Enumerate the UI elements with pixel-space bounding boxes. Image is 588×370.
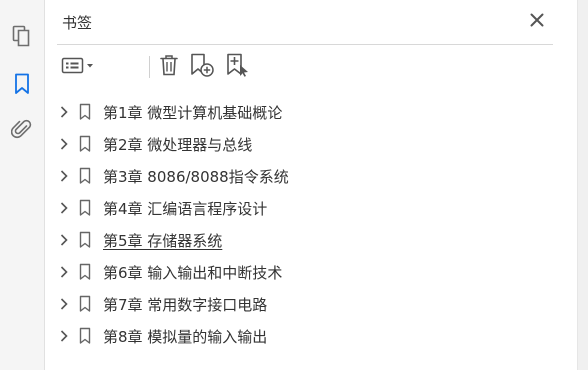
- new-bookmark-button[interactable]: [189, 52, 215, 82]
- bookmark-item[interactable]: 第4章 汇编语言程序设计: [57, 192, 547, 224]
- close-panel-button[interactable]: [527, 12, 547, 32]
- pages-button[interactable]: [8, 22, 36, 50]
- options-menu-button[interactable]: [59, 54, 99, 80]
- bookmark-icon: [79, 135, 93, 153]
- bookmark-label[interactable]: 第4章 汇编语言程序设计: [103, 198, 267, 219]
- bookmark-icon: [79, 103, 93, 121]
- bookmarks-button[interactable]: [8, 70, 36, 98]
- navigation-rail: [0, 0, 45, 370]
- bookmark-icon: [79, 199, 93, 217]
- bookmark-label[interactable]: 第2章 微处理器与总线: [103, 134, 252, 155]
- header-divider: [57, 44, 553, 45]
- bookmark-label[interactable]: 第3章 8086/8088指令系统: [103, 166, 289, 187]
- bookmark-item[interactable]: 第3章 8086/8088指令系统: [57, 160, 547, 192]
- bookmark-item[interactable]: 第7章 常用数字接口电路: [57, 288, 547, 320]
- bookmark-item[interactable]: 第1章 微型计算机基础概论: [57, 96, 547, 128]
- chevron-right-icon[interactable]: [59, 297, 71, 311]
- new-bookmark-from-structure-button[interactable]: [225, 52, 251, 82]
- bookmark-icon: [79, 327, 93, 345]
- chevron-right-icon[interactable]: [59, 233, 71, 247]
- bookmarks-toolbar: [57, 52, 257, 82]
- bookmark-icon: [79, 263, 93, 281]
- toolbar-separator: [149, 56, 150, 78]
- attachments-icon: [11, 118, 33, 142]
- delete-icon: [158, 53, 180, 81]
- bookmark-label[interactable]: 第6章 输入输出和中断技术: [103, 262, 282, 283]
- bookmark-item[interactable]: 第6章 输入输出和中断技术: [57, 256, 547, 288]
- bookmark-tree: 第1章 微型计算机基础概论 第2章 微处理器与总线 第3章 8086/8088指…: [57, 96, 547, 352]
- bookmark-label[interactable]: 第7章 常用数字接口电路: [103, 294, 267, 315]
- options-menu-icon: [60, 55, 98, 79]
- pages-icon: [11, 24, 33, 48]
- bookmark-label[interactable]: 第8章 模拟量的输入输出: [103, 326, 267, 347]
- bookmarks-icon: [13, 72, 31, 96]
- delete-bookmark-button[interactable]: [157, 54, 181, 80]
- bookmark-icon: [79, 295, 93, 313]
- vertical-scrollbar[interactable]: [577, 0, 588, 370]
- chevron-right-icon[interactable]: [59, 201, 71, 215]
- bookmark-item[interactable]: 第5章 存储器系统: [57, 224, 547, 256]
- new-bookmark-from-structure-icon: [225, 52, 251, 82]
- bookmark-label[interactable]: 第1章 微型计算机基础概论: [103, 102, 282, 123]
- chevron-right-icon[interactable]: [59, 137, 71, 151]
- bookmark-label[interactable]: 第5章 存储器系统: [103, 230, 222, 251]
- bookmark-item[interactable]: 第2章 微处理器与总线: [57, 128, 547, 160]
- new-bookmark-icon: [189, 52, 215, 82]
- chevron-right-icon[interactable]: [59, 169, 71, 183]
- chevron-right-icon[interactable]: [59, 105, 71, 119]
- bookmark-item[interactable]: 第8章 模拟量的输入输出: [57, 320, 547, 352]
- bookmarks-panel: 书签 第1章 微型计算机基础概论 第2章 微处理器与总线 第3章 8086/80…: [45, 0, 578, 370]
- bookmark-icon: [79, 231, 93, 249]
- chevron-right-icon[interactable]: [59, 329, 71, 343]
- panel-title: 书签: [62, 14, 93, 32]
- bookmark-icon: [79, 167, 93, 185]
- close-icon: [529, 12, 545, 32]
- attachments-button[interactable]: [8, 116, 36, 144]
- chevron-right-icon[interactable]: [59, 265, 71, 279]
